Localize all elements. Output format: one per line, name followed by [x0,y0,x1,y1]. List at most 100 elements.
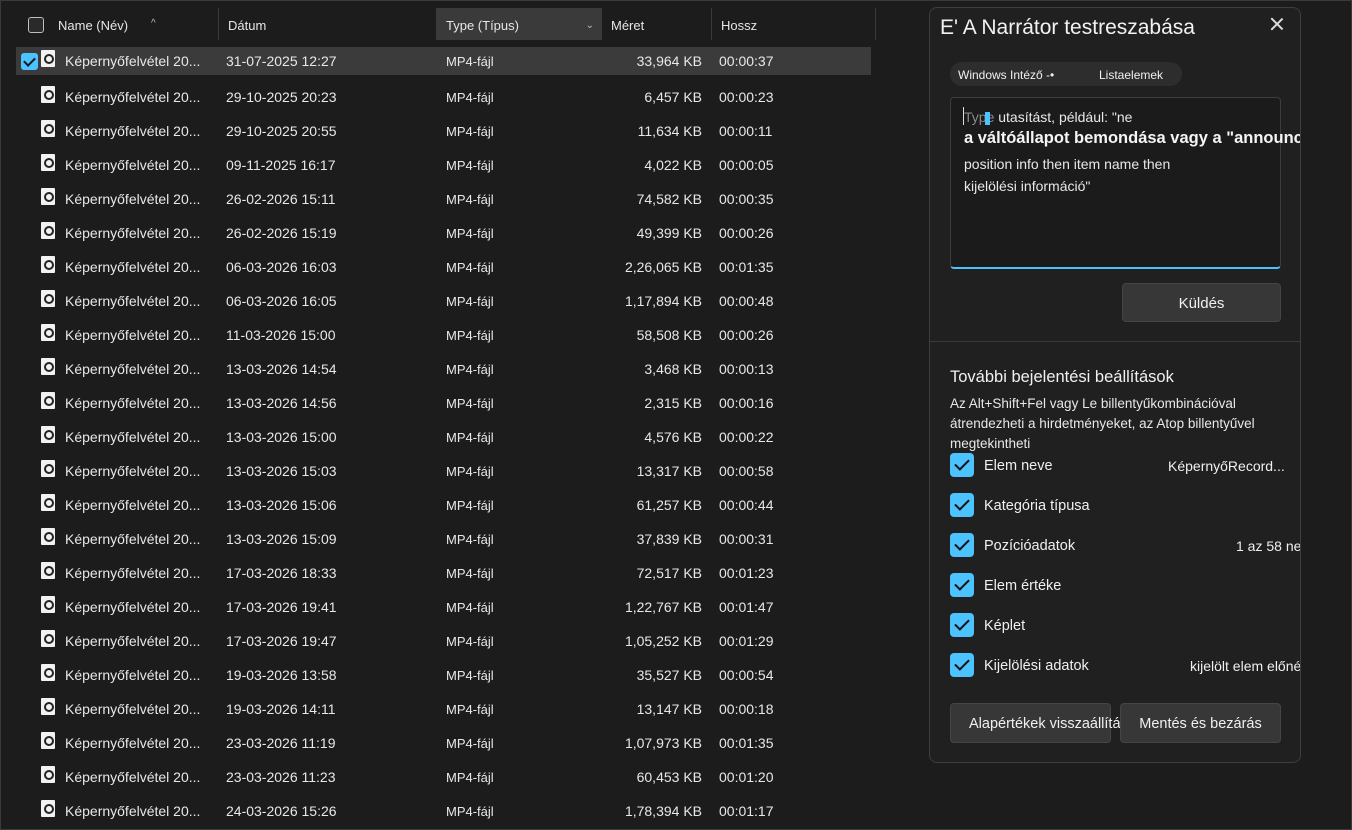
table-row[interactable]: Képernyőfelvétel 20... 13-03-2026 14:54 MP… [16,353,876,387]
file-type: MP4-fájl [446,362,494,377]
file-name: Képernyőfelvétel 20... [65,259,201,275]
reset-defaults-button[interactable]: Alapértékek visszaállítása [950,703,1136,743]
table-row[interactable]: Képernyőfelvétel 20... 13-03-2026 15:00 MP… [16,421,876,455]
file-duration: 00:00:31 [719,531,774,547]
table-row[interactable]: Képernyőfelvétel 20... 26-02-2026 15:11 MP… [16,183,876,217]
option-row: Pozícióadatok 1 az 58 nem [950,533,1300,559]
table-row[interactable]: Képernyőfelvétel 20... 13-03-2026 15:06 MP… [16,489,876,523]
file-date: 31-07-2025 12:27 [226,53,337,69]
file-name: Képernyőfelvétel 20... [65,463,201,479]
command-line-1-text: utasítást, például: "ne [994,109,1133,125]
option-example: kijelölt elem előnézetét [1190,658,1301,674]
table-row[interactable]: Képernyőfelvétel 20... 13-03-2026 15:09 MP… [16,523,876,557]
video-file-icon [41,766,55,783]
table-row[interactable]: Képernyőfelvétel 20... 24-03-2026 15:26 MP… [16,795,876,829]
table-row[interactable]: Képernyőfelvétel 20... 17-03-2026 18:33 MP… [16,557,876,591]
file-duration: 00:01:20 [719,769,774,785]
file-size: 1,17,894 KB [624,293,702,309]
table-row[interactable]: Képernyőfelvétel 20... 17-03-2026 19:47 MP… [16,625,876,659]
file-type: MP4-fájl [446,192,494,207]
close-icon[interactable] [1266,14,1288,36]
file-name: Képernyőfelvétel 20... [65,735,201,751]
file-duration: 00:00:35 [719,191,774,207]
table-row[interactable]: Képernyőfelvétel 20... 19-03-2026 13:58 MP… [16,659,876,693]
table-row[interactable]: Képernyőfelvétel 20... 13-03-2026 15:03 MP… [16,455,876,489]
file-name: Képernyőfelvétel 20... [65,701,201,717]
row-checkbox[interactable] [21,53,38,70]
option-example: 1 az 58 nem [1236,538,1301,554]
option-label: Pozícióadatok [984,538,1076,554]
file-type: MP4-fájl [446,464,494,479]
table-row[interactable]: Képernyőfelvétel 20... 11-03-2026 15:00 MP… [16,319,876,353]
option-checkbox[interactable] [950,573,974,597]
option-row: Elem értéke [950,573,1290,599]
option-checkbox[interactable] [950,613,974,637]
video-file-icon [41,120,55,137]
table-row[interactable]: Képernyőfelvétel 20... 19-03-2026 14:11 MP… [16,693,876,727]
context-chips: Windows Intéző -• Listaelemek [950,62,1182,86]
table-row[interactable]: Képernyőfelvétel 20... 29-10-2025 20:55 MP… [16,115,876,149]
file-date: 17-03-2026 19:41 [226,599,337,615]
select-all-checkbox[interactable] [28,17,44,33]
table-row[interactable]: Képernyőfelvétel 20... 31-07-2025 12:27 MP… [16,47,871,75]
file-name: Képernyőfelvétel 20... [65,599,201,615]
table-row[interactable]: Képernyőfelvétel 20... 26-02-2026 15:19 MP… [16,217,876,251]
file-date: 13-03-2026 15:09 [226,531,337,547]
option-checkbox[interactable] [950,653,974,677]
file-date: 13-03-2026 15:06 [226,497,337,513]
table-row[interactable]: Képernyőfelvétel 20... 29-10-2025 20:23 MP… [16,81,876,115]
video-file-icon [41,188,55,205]
file-duration: 00:00:05 [719,157,774,173]
narrator-customize-panel: E' A Narrátor testreszabása Windows Inté… [929,7,1301,763]
table-row[interactable]: Képernyőfelvétel 20... 17-03-2026 19:41 MP… [16,591,876,625]
save-and-close-button[interactable]: Mentés és bezárás [1120,703,1281,743]
file-size: 35,527 KB [636,667,702,683]
file-name: Képernyőfelvétel 20... [65,667,201,683]
file-duration: 00:01:29 [719,633,774,649]
file-duration: 00:00:23 [719,89,774,105]
video-file-icon [41,86,55,103]
column-name[interactable]: ^ Name (Név) [49,8,219,40]
file-size: 60,453 KB [636,769,702,785]
column-name-label: Name (Név) [58,18,129,33]
file-size: 2,315 KB [644,395,702,411]
video-file-icon [41,50,55,67]
file-size: 13,317 KB [636,463,702,479]
column-size[interactable]: Méret [602,8,712,40]
table-row[interactable]: Képernyőfelvétel 20... 09-11-2025 16:17 MP… [16,149,876,183]
file-type: MP4-fájl [446,158,494,173]
file-type: MP4-fájl [446,702,494,717]
chevron-down-icon[interactable]: ⌄ [586,8,594,44]
command-input[interactable]: Type utasítást, például: "ne a váltóálla… [950,97,1300,269]
table-row[interactable]: Képernyőfelvétel 20... 06-03-2026 16:05 MP… [16,285,876,319]
file-type: MP4-fájl [446,294,494,309]
file-size: 58,508 KB [636,327,702,343]
file-name: Képernyőfelvétel 20... [65,633,201,649]
option-checkbox[interactable] [950,453,974,477]
table-row[interactable]: Képernyőfelvétel 20... 06-03-2026 16:03 MP… [16,251,876,285]
option-checkbox[interactable] [950,533,974,557]
file-size: 1,22,767 KB [624,599,702,615]
file-type: MP4-fájl [446,498,494,513]
table-row[interactable]: Képernyőfelvétel 20... 23-03-2026 11:23 MP… [16,761,876,795]
column-type[interactable]: Type (Típus) ⌄ [437,8,602,40]
file-size: 3,468 KB [644,361,702,377]
send-button[interactable]: Küldés [1122,283,1281,322]
column-duration[interactable]: Hossz [712,8,876,40]
file-type: MP4-fájl [446,328,494,343]
video-file-icon [41,290,55,307]
table-row[interactable]: Képernyőfelvétel 20... 13-03-2026 14:56 MP… [16,387,876,421]
file-name: Képernyőfelvétel 20... [65,565,201,581]
video-file-icon [41,630,55,647]
file-rows: Képernyőfelvétel 20... 31-07-2025 12:27 MP… [16,47,876,829]
option-row: Kategória típusa [950,493,1290,519]
column-date[interactable]: Dátum [219,8,437,40]
chip-element[interactable]: Listaelemek [1099,68,1163,82]
option-checkbox[interactable] [950,493,974,517]
chip-app[interactable]: Windows Intéző -• [958,68,1054,82]
file-date: 23-03-2026 11:23 [226,769,336,785]
file-name: Képernyőfelvétel 20... [65,53,201,69]
table-row[interactable]: Képernyőfelvétel 20... 23-03-2026 11:19 MP… [16,727,876,761]
video-file-icon [41,222,55,239]
file-size: 33,964 KB [636,53,702,69]
